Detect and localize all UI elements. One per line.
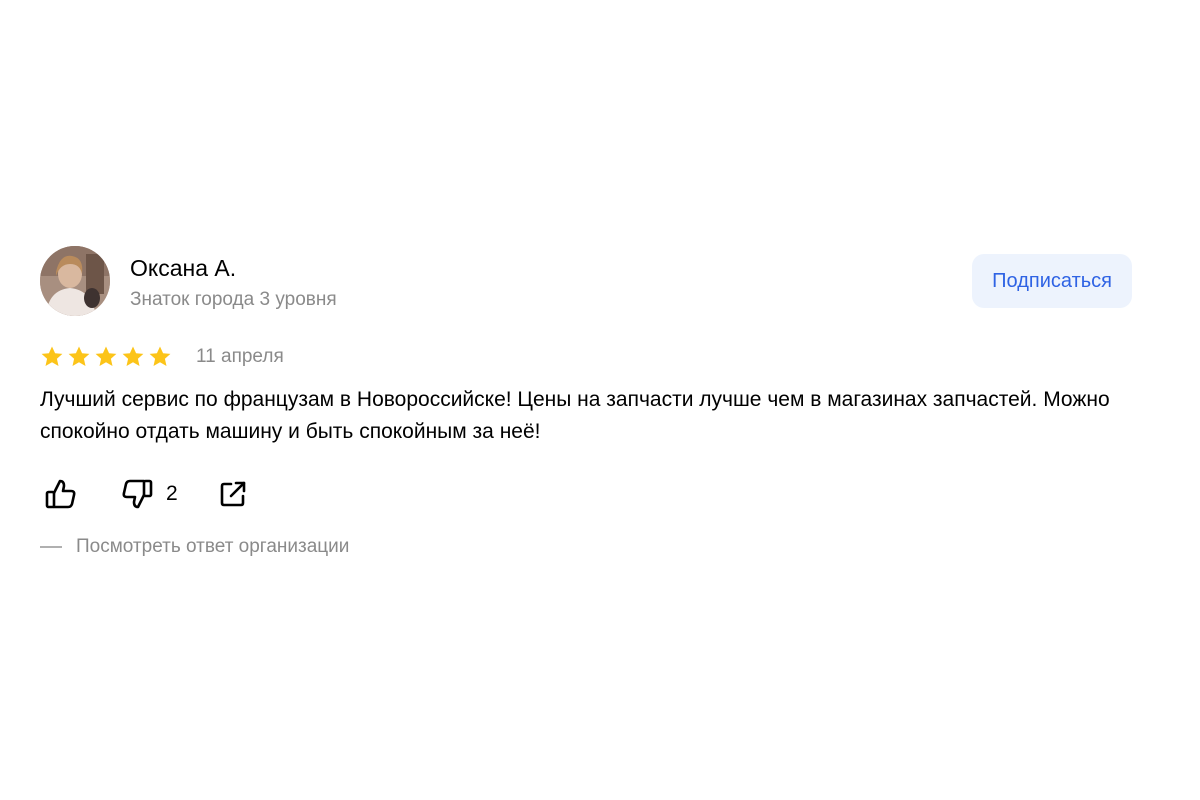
avatar[interactable] — [40, 246, 110, 316]
star-icon — [68, 346, 90, 366]
star-icon — [41, 346, 63, 366]
thumbs-up-icon — [44, 477, 78, 511]
org-response-link[interactable]: Посмотреть ответ организации — [40, 536, 1132, 558]
thumbs-down-icon — [120, 477, 154, 511]
share-button[interactable] — [218, 479, 248, 509]
dislike-button[interactable]: 2 — [120, 477, 178, 511]
rating-stars — [40, 345, 172, 369]
review-card: Оксана А. Знаток города 3 уровня Подписа… — [40, 246, 1132, 558]
review-text: Лучший сервис по французам в Новороссийс… — [40, 388, 1110, 443]
review-meta: 11 апреля — [40, 342, 1132, 372]
star-icon — [149, 346, 171, 366]
dash-divider — [40, 546, 62, 548]
dislike-count: 2 — [166, 482, 178, 505]
org-response-label: Посмотреть ответ организации — [76, 536, 350, 557]
subscribe-button[interactable]: Подписаться — [972, 254, 1132, 308]
like-button[interactable] — [44, 477, 78, 511]
share-icon — [218, 479, 248, 509]
review-date: 11 апреля — [196, 346, 284, 367]
avatar-photo — [40, 246, 110, 316]
author-name[interactable]: Оксана А. — [130, 254, 236, 282]
review-header: Оксана А. Знаток города 3 уровня Подписа… — [40, 246, 1132, 316]
star-icon — [122, 346, 144, 366]
review-actions: 2 — [40, 476, 1132, 512]
star-icon — [95, 346, 117, 366]
author-level: Знаток города 3 уровня — [130, 289, 337, 310]
